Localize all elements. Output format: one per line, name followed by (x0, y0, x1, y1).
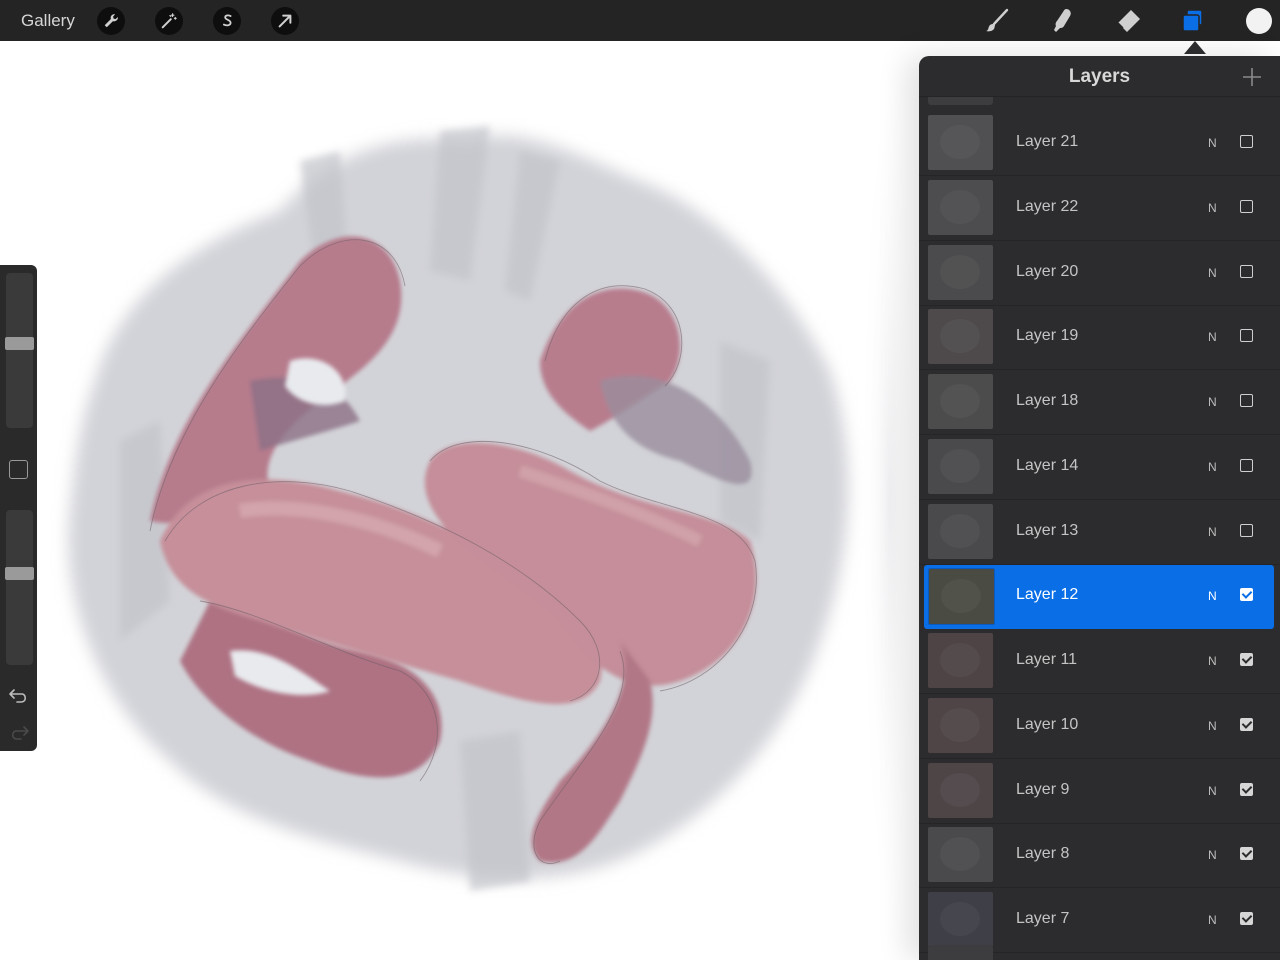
brush-size-slider[interactable] (5, 273, 34, 428)
layers-button[interactable] (1178, 6, 1208, 36)
layer-thumbnail (928, 115, 993, 170)
layer-row[interactable]: Layer 19 N (919, 306, 1280, 371)
layer-name: Layer 22 (1016, 197, 1079, 215)
layer-name: Layer 11 (1016, 651, 1078, 668)
visibility-checkbox[interactable] (1240, 199, 1253, 213)
layer-row[interactable]: Layer 14 N (919, 436, 1280, 500)
modify-button[interactable] (9, 460, 28, 479)
visibility-checkbox[interactable] (1240, 912, 1253, 925)
selection-button[interactable] (213, 7, 241, 35)
layer-row[interactable]: Layer 10 N (919, 695, 1280, 759)
blend-mode-button[interactable]: N (1208, 589, 1217, 603)
visibility-checkbox[interactable] (1240, 717, 1253, 731)
partial-layer-thumbnail-top (928, 97, 993, 105)
layer-thumbnail (928, 503, 993, 559)
layer-name: Layer 7 (1016, 910, 1070, 927)
opacity-slider[interactable] (5, 510, 34, 665)
blend-mode-button[interactable]: N (1208, 201, 1217, 215)
visibility-checkbox[interactable] (1240, 458, 1253, 472)
visibility-checkbox[interactable] (1240, 264, 1253, 278)
blend-mode-button[interactable]: N (1208, 460, 1217, 474)
blend-mode-button[interactable]: N (1208, 266, 1217, 280)
layer-row[interactable]: Layer 11 N (919, 630, 1280, 694)
brush-size-thumb[interactable] (5, 336, 34, 350)
brush-icon (986, 8, 1009, 32)
layer-row[interactable]: Layer 13 N (919, 501, 1280, 565)
visibility-checkbox[interactable] (1240, 135, 1253, 148)
blend-mode-button[interactable]: N (1208, 913, 1217, 927)
visibility-checkbox[interactable] (1240, 847, 1253, 861)
layer-name: Layer 10 (1016, 715, 1079, 733)
layer-row[interactable]: Layer 9 N (919, 760, 1280, 824)
layer-thumbnail (928, 374, 993, 429)
transform-button[interactable] (271, 7, 299, 35)
blend-mode-button[interactable]: N (1208, 719, 1217, 733)
redo-icon[interactable] (8, 723, 30, 741)
layer-thumbnail (928, 697, 993, 753)
layer-row[interactable]: Layer 20 N (919, 242, 1280, 306)
actions-wrench-button[interactable] (97, 7, 125, 35)
layers-panel: Layers Layer 21 N Layer 22 N Layer 20 N Layer … (919, 56, 1280, 960)
blend-mode-button[interactable]: N (1208, 330, 1217, 344)
layer-name: Layer 13 (1016, 521, 1079, 539)
smudge-button[interactable] (1047, 6, 1077, 36)
layer-row[interactable]: Layer 21 N (919, 112, 1280, 176)
layer-thumbnail (928, 438, 993, 494)
panel-title: Layers (1068, 66, 1131, 87)
layer-row[interactable]: Layer 8 N (919, 824, 1280, 889)
layer-name: Layer 18 (1016, 392, 1079, 409)
layer-row[interactable]: Layer 7 N (919, 889, 1280, 953)
adjustments-wand-button[interactable] (155, 7, 183, 35)
transform-arrow-icon (278, 14, 292, 28)
layer-name: Layer 21 (1016, 133, 1079, 150)
eraser-button[interactable] (1113, 6, 1143, 36)
partial-layer-thumbnail-bottom (928, 945, 993, 960)
popover-caret (1184, 41, 1206, 54)
opacity-thumb[interactable] (5, 566, 34, 580)
smudge-icon (1054, 9, 1071, 32)
undo-icon[interactable] (8, 686, 30, 704)
layer-name: Layer 19 (1016, 327, 1079, 345)
layer-thumbnail (928, 568, 995, 626)
layer-row[interactable]: Layer 12 N (924, 565, 1274, 630)
layer-list: Layer 21 N Layer 22 N Layer 20 N Layer 19 N Laye… (919, 112, 1280, 954)
brush-button[interactable] (982, 6, 1012, 36)
visibility-checkbox[interactable] (1240, 329, 1253, 343)
magic-wand-icon (161, 13, 177, 29)
layers-icon (1182, 9, 1203, 32)
layer-thumbnail (928, 827, 993, 883)
blend-mode-button[interactable]: N (1208, 395, 1217, 409)
layer-thumbnail (928, 892, 993, 947)
layer-thumbnail (928, 179, 993, 235)
layer-name: Layer 8 (1016, 845, 1070, 863)
visibility-checkbox[interactable] (1240, 653, 1253, 666)
gallery-button[interactable]: Gallery (21, 11, 75, 31)
blend-mode-button[interactable]: N (1208, 654, 1217, 668)
color-picker-swatch[interactable] (1246, 8, 1272, 34)
layer-name: Layer 9 (1016, 780, 1070, 798)
left-sidebar (0, 265, 37, 751)
layer-name: Layer 20 (1016, 262, 1079, 280)
layer-row[interactable]: Layer 18 N (919, 371, 1280, 435)
wrench-icon (104, 14, 118, 28)
blend-mode-button[interactable]: N (1208, 136, 1217, 150)
selection-s-icon (222, 14, 232, 27)
layer-thumbnail (928, 762, 993, 818)
visibility-checkbox[interactable] (1240, 523, 1253, 537)
visibility-checkbox[interactable] (1240, 782, 1253, 796)
layer-row[interactable]: Layer 22 N (919, 177, 1280, 241)
layer-thumbnail (928, 309, 993, 365)
blend-mode-button[interactable]: N (1208, 784, 1217, 798)
blend-mode-button[interactable]: N (1208, 525, 1217, 539)
layer-thumbnail (928, 244, 993, 300)
layer-name: Layer 14 (1016, 456, 1079, 474)
blend-mode-button[interactable]: N (1208, 848, 1217, 862)
layer-name: Layer 12 (1016, 586, 1079, 604)
plus-icon[interactable] (1241, 66, 1263, 88)
visibility-checkbox[interactable] (1240, 394, 1253, 407)
layer-thumbnail (928, 633, 993, 688)
top-toolbar: Gallery (0, 0, 1280, 41)
eraser-icon (1117, 10, 1140, 32)
visibility-checkbox[interactable] (1240, 588, 1253, 602)
